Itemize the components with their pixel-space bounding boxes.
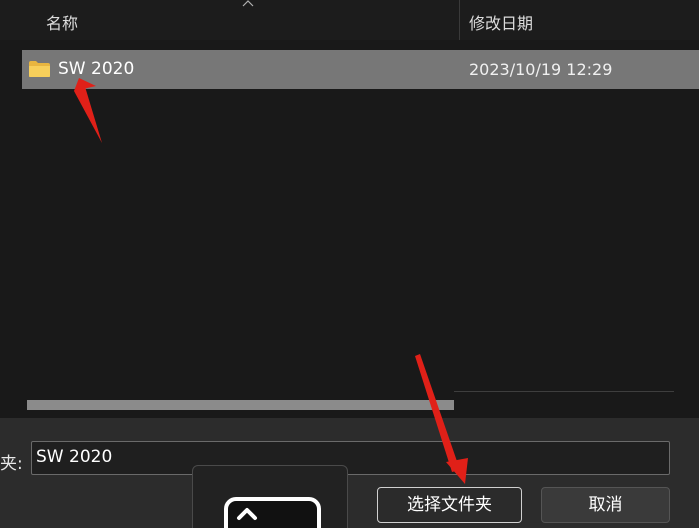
- divider: [454, 391, 674, 392]
- select-folder-button[interactable]: 选择文件夹: [377, 487, 522, 523]
- list-item-name: SW 2020: [58, 59, 135, 79]
- list-item-modified: 2023/10/19 12:29: [469, 60, 613, 79]
- folder-name-field[interactable]: SW 2020: [31, 441, 670, 475]
- list-item[interactable]: SW 2020 2023/10/19 12:29: [22, 50, 699, 89]
- cancel-button[interactable]: 取消: [541, 487, 670, 523]
- folder-field-label: 夹:: [0, 454, 23, 474]
- horizontal-scrollbar[interactable]: [27, 400, 454, 410]
- folder-picker-dialog: 名称 修改日期 SW 2020 2023/10/19 12:29 夹: SW 2…: [0, 0, 699, 528]
- column-header-date[interactable]: 修改日期: [469, 10, 533, 34]
- column-header-name[interactable]: 名称: [46, 10, 78, 34]
- chevron-up-icon: [242, 0, 254, 7]
- caret-up-icon: [237, 508, 257, 520]
- keyboard-hint-popup: [192, 465, 348, 528]
- column-header: 名称 修改日期: [0, 0, 699, 40]
- folder-icon: [29, 61, 50, 77]
- up-key-icon: [224, 497, 321, 528]
- column-divider[interactable]: [459, 0, 460, 40]
